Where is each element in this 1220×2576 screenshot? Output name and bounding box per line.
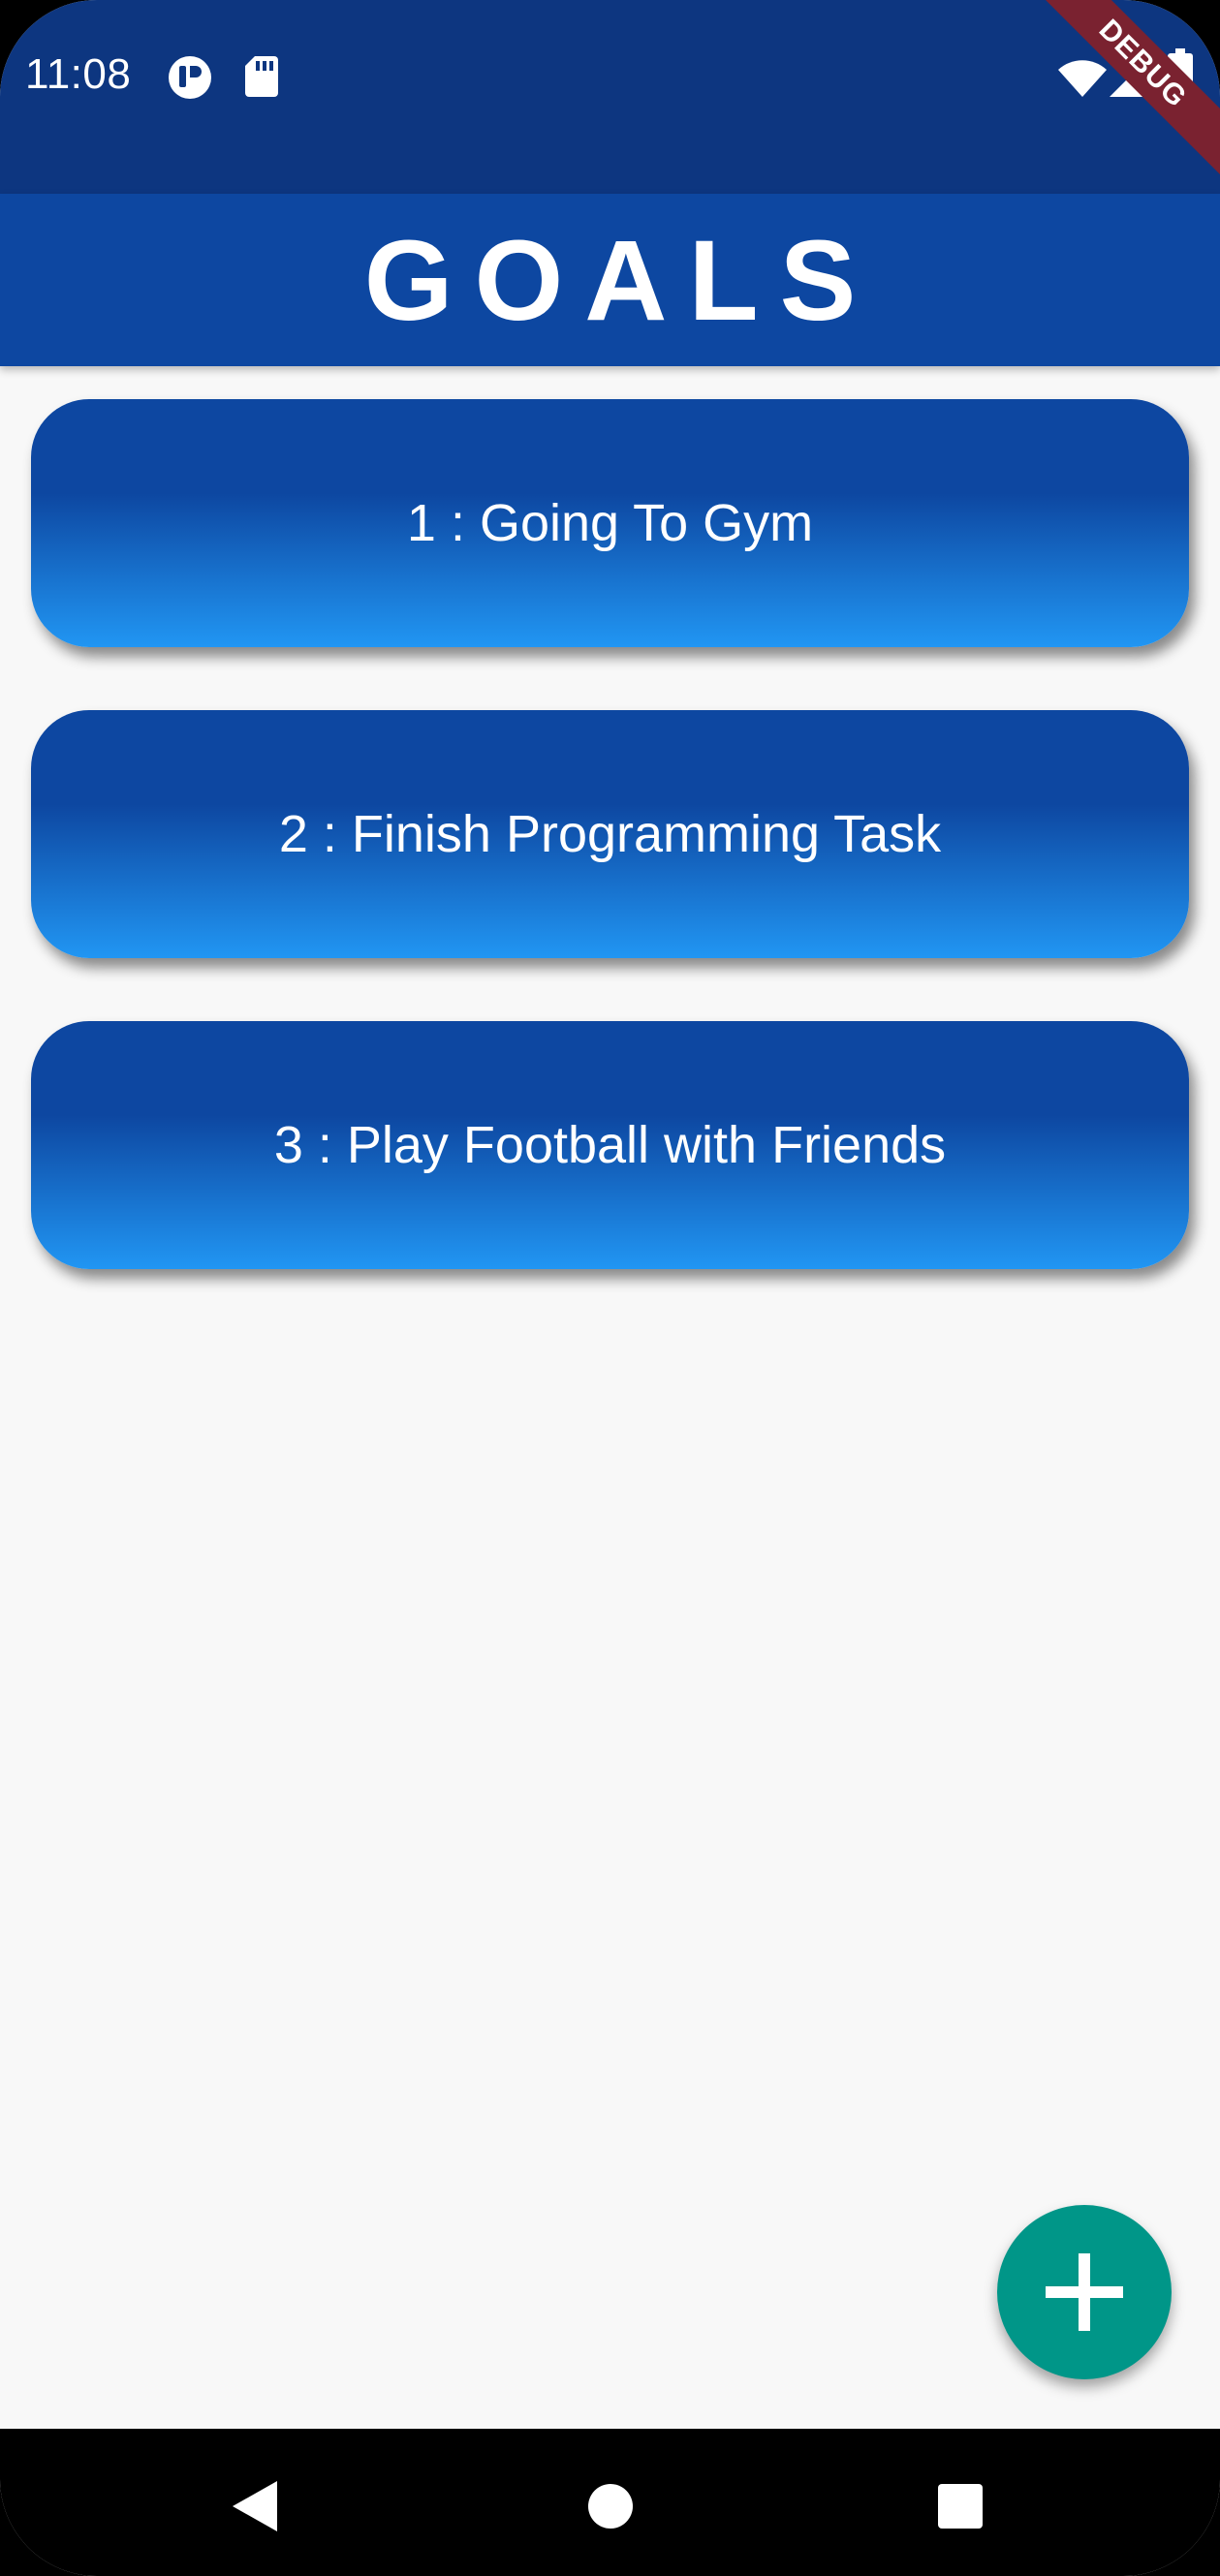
goal-card[interactable]: 2 : Finish Programming Task	[31, 710, 1189, 958]
add-goal-button[interactable]	[997, 2205, 1172, 2379]
status-time: 11:08	[25, 50, 132, 98]
goal-label: 3 : Play Football with Friends	[273, 1116, 947, 1174]
sd-card-icon	[245, 56, 278, 97]
goal-card[interactable]: 1 : Going To Gym	[31, 399, 1189, 647]
goal-label: 2 : Finish Programming Task	[278, 805, 942, 863]
plus-icon	[1046, 2253, 1123, 2331]
debug-label: DEBUG	[1026, 0, 1220, 184]
goal-card[interactable]: 3 : Play Football with Friends	[31, 1021, 1189, 1269]
recents-icon[interactable]	[937, 2483, 984, 2529]
notification-app-icon	[169, 56, 211, 99]
navigation-bar	[0, 2429, 1220, 2576]
phone-screen: 11:08 DEBUG GOALS 1: Going To Gym 2: F…	[0, 0, 1220, 2576]
goal-label: 1 : Going To Gym	[406, 494, 814, 552]
debug-banner: DEBUG	[1026, 0, 1220, 194]
home-icon[interactable]	[587, 2483, 634, 2529]
page-title: GOALS	[363, 217, 878, 345]
app-bar: GOALS	[0, 194, 1220, 366]
back-icon[interactable]	[231, 2479, 279, 2533]
